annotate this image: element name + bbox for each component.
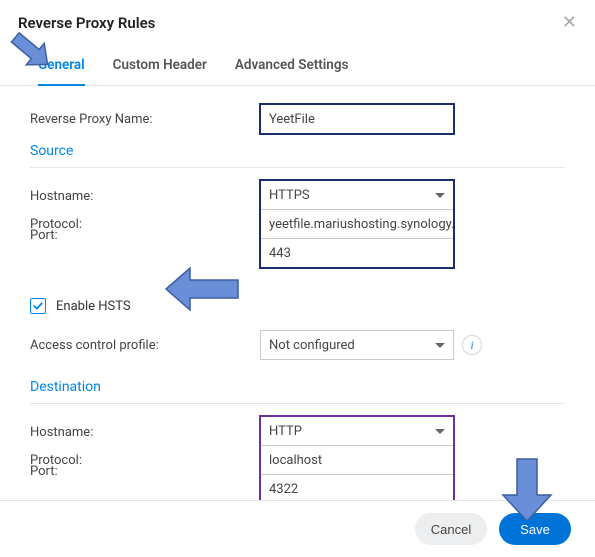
dst-hostname-input[interactable]: localhost [260,445,454,475]
row-acp: Access control profile: Not configured i [30,330,565,360]
source-group: HTTPS yeetfile.mariushosting.synology.me… [260,180,454,268]
row-name: Reverse Proxy Name: YeetFile [30,104,565,134]
hsts-checkbox[interactable] [30,298,46,314]
acp-value: Not configured [269,338,355,353]
chevron-down-icon [435,343,445,348]
close-icon[interactable]: ✕ [562,12,577,33]
dst-port-input[interactable]: 4322 [260,474,454,500]
dst-port-value: 4322 [269,482,298,497]
dialog-content: Reverse Proxy Name: YeetFile Source Prot… [0,86,595,500]
src-protocol-label: Protocol: [30,217,260,232]
source-heading: Source [30,143,565,159]
titlebar: Reverse Proxy Rules ✕ [0,0,595,41]
chevron-down-icon [435,429,445,434]
src-port-input[interactable]: 443 [260,238,454,268]
dst-protocol-label: Protocol: [30,453,260,468]
cancel-button[interactable]: Cancel [415,513,487,545]
name-value: YeetFile [269,112,315,127]
tab-bar: General Custom Header Advanced Settings [0,47,595,86]
source-divider [30,167,565,168]
save-button[interactable]: Save [499,513,571,545]
src-protocol-value: HTTPS [269,188,310,203]
chevron-down-icon [435,193,445,198]
dst-protocol-select[interactable]: HTTP [260,416,454,446]
hsts-label: Enable HSTS [56,299,131,314]
tab-advanced[interactable]: Advanced Settings [235,47,349,85]
check-icon [32,300,44,312]
destination-heading: Destination [30,379,565,395]
tab-general[interactable]: General [38,47,85,85]
acp-select[interactable]: Not configured [260,330,454,360]
dst-protocol-value: HTTP [269,424,302,439]
dst-hostname-value: localhost [269,453,322,468]
dialog-footer: Cancel Save [0,500,595,557]
src-hostname-input[interactable]: yeetfile.mariushosting.synology.me [260,209,454,239]
name-input[interactable]: YeetFile [260,104,454,134]
src-protocol-select[interactable]: HTTPS [260,180,454,210]
row-hsts: Enable HSTS [30,291,565,321]
src-hostname-value: yeetfile.mariushosting.synology.me [269,217,454,232]
dialog-title: Reverse Proxy Rules [18,14,155,32]
destination-divider [30,403,565,404]
reverse-proxy-dialog: Reverse Proxy Rules ✕ General Custom Hea… [0,0,595,557]
info-icon[interactable]: i [462,335,482,355]
name-label: Reverse Proxy Name: [30,112,260,127]
src-port-value: 443 [269,246,291,261]
tab-custom-header[interactable]: Custom Header [113,47,207,85]
acp-label: Access control profile: [30,338,260,353]
destination-group: HTTP localhost 4322 [260,416,454,500]
row-src-protocol: Protocol: HTTPS yeetfile.mariushosting.s… [30,180,565,268]
row-dst-protocol: Protocol: HTTP localhost 4322 [30,416,565,500]
